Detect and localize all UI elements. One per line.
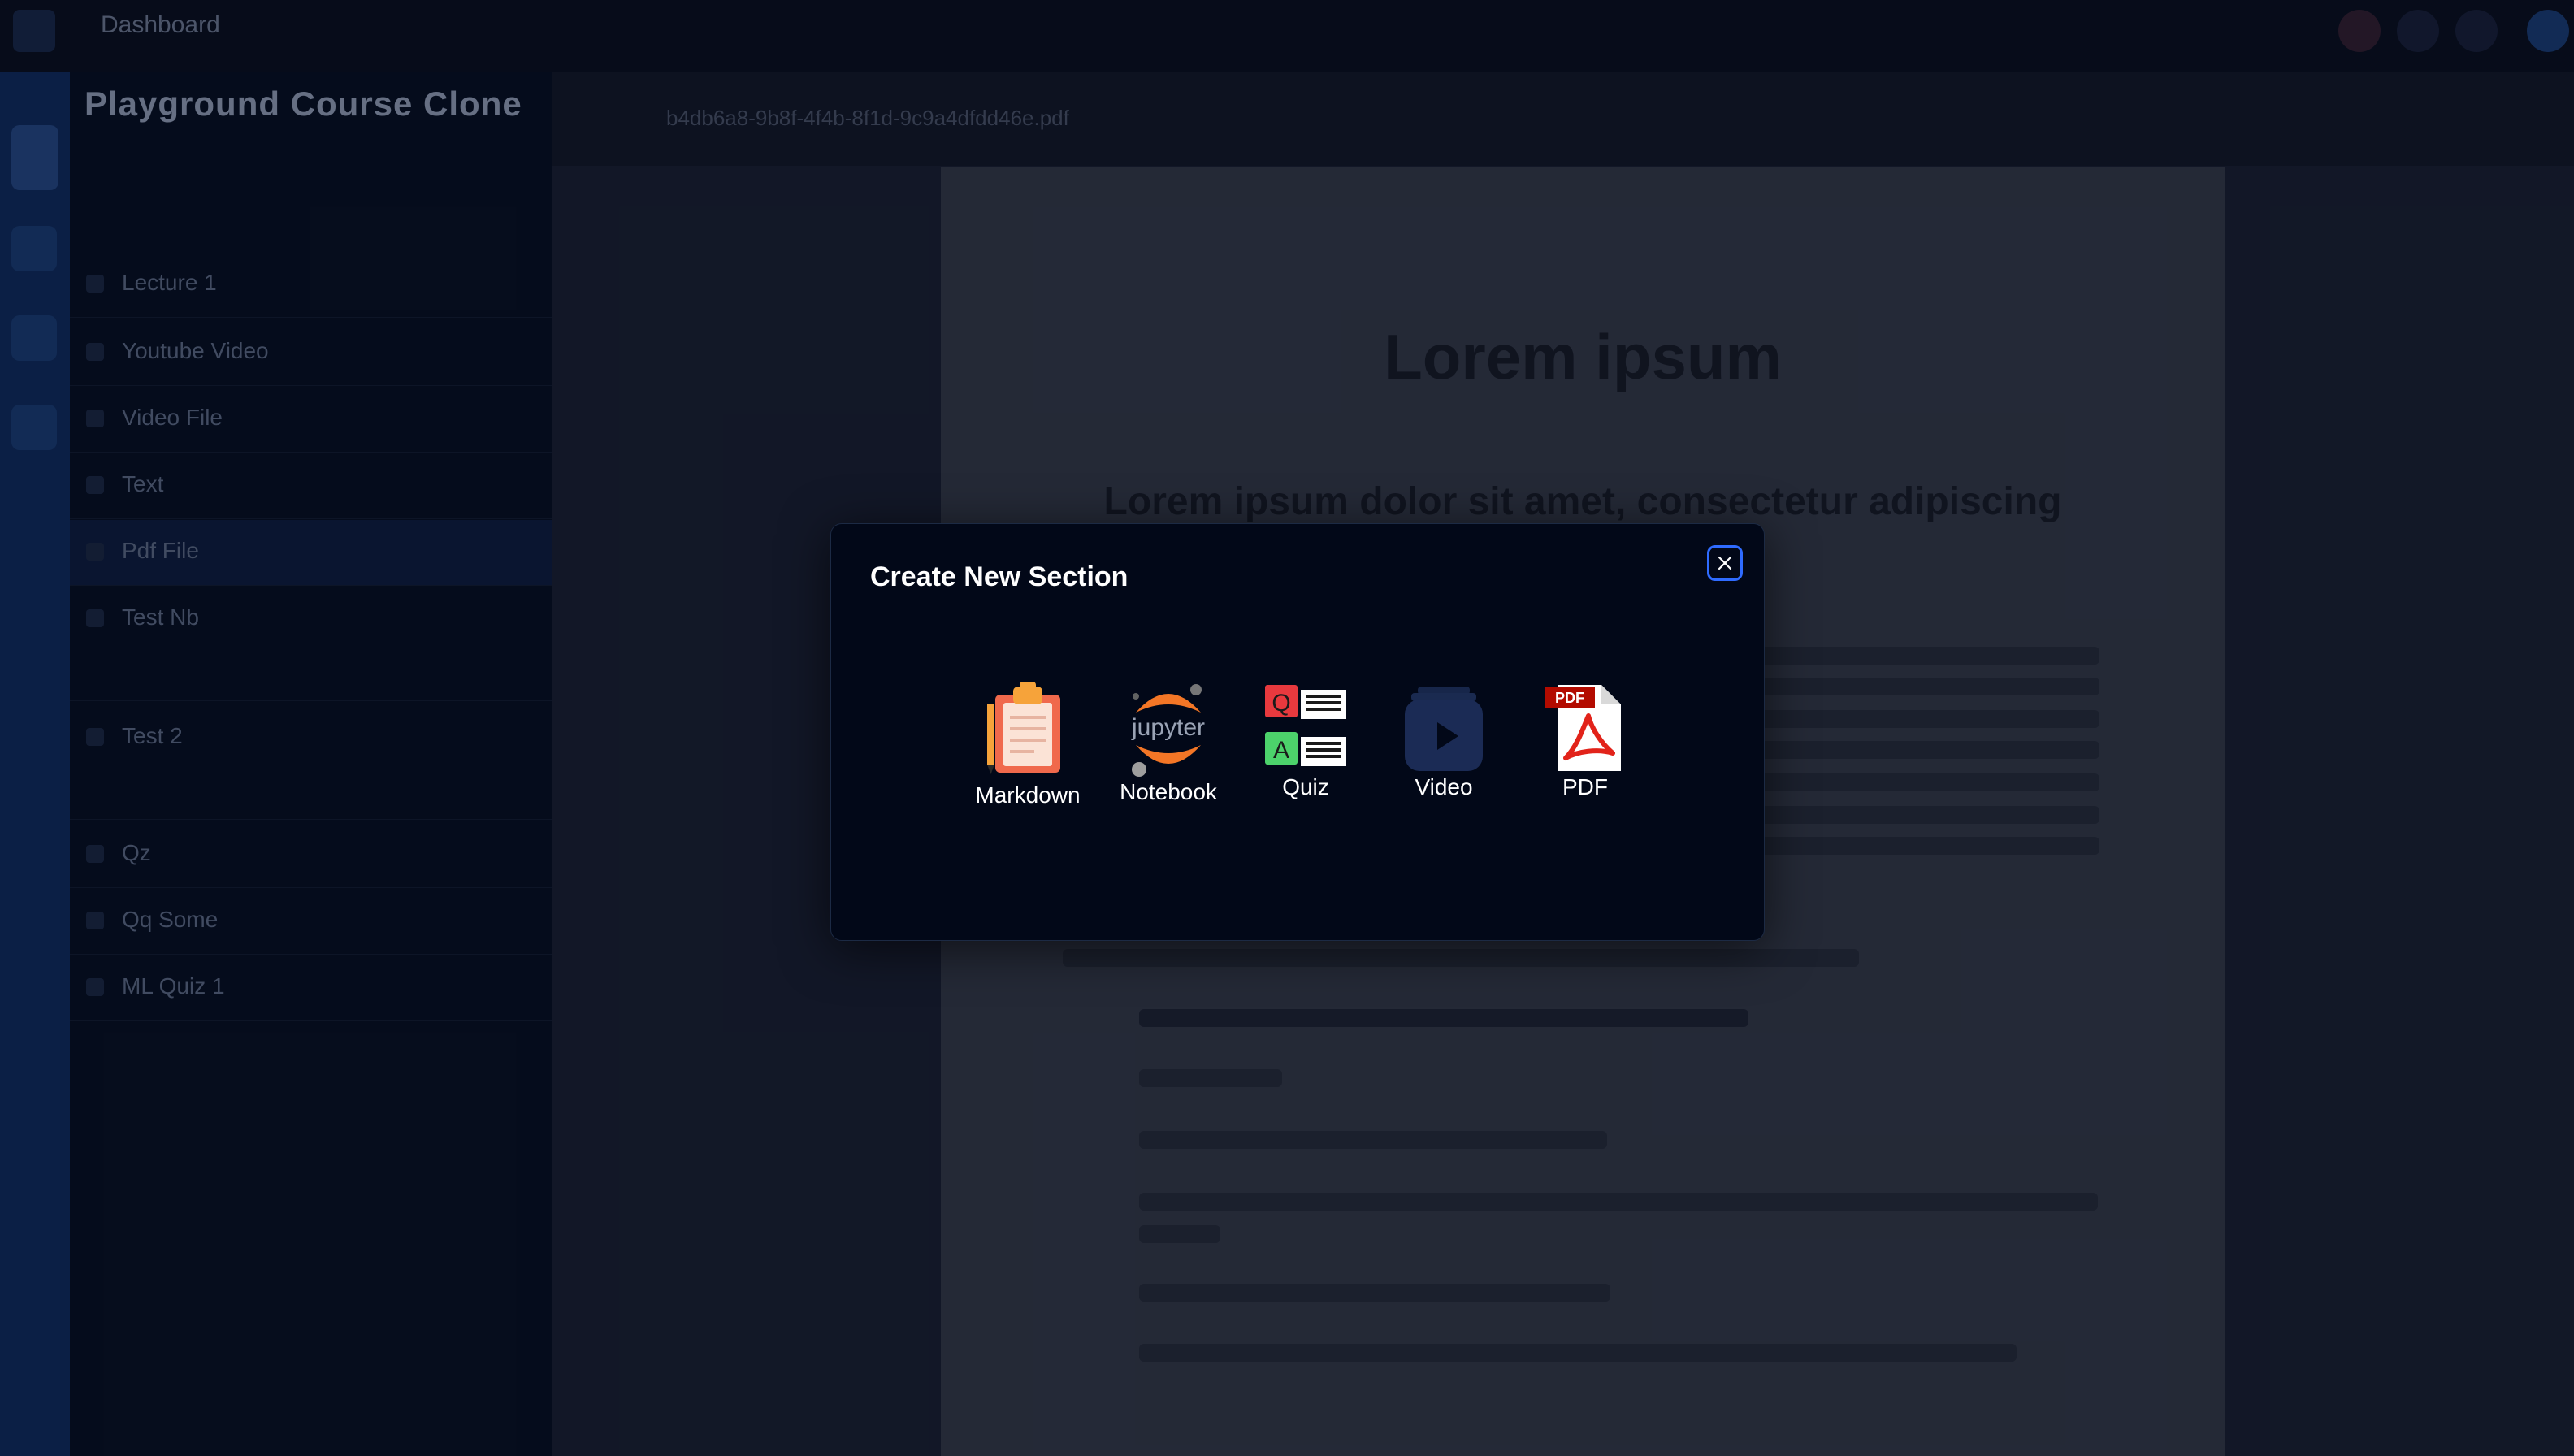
option-quiz[interactable]: Q A Quiz [1241, 678, 1371, 873]
option-label: Video [1415, 774, 1473, 800]
section-options: Markdown jupyter Notebook Q A Quiz Video… [831, 524, 1764, 940]
pdf-icon: PDF [1545, 685, 1621, 771]
option-markdown[interactable]: Markdown [963, 678, 1093, 873]
svg-text:A: A [1273, 737, 1289, 764]
option-label: Markdown [975, 782, 1081, 808]
jupyter-icon: jupyter [1131, 684, 1205, 777]
svg-text:PDF: PDF [1555, 690, 1584, 706]
option-label: Quiz [1282, 774, 1329, 800]
option-notebook[interactable]: jupyter Notebook [1103, 678, 1233, 873]
option-label: Notebook [1120, 779, 1217, 804]
video-icon [1405, 687, 1483, 771]
option-video[interactable]: Video [1379, 678, 1509, 873]
create-section-dialog: Create New Section Markdown jupyter Note… [830, 523, 1765, 941]
quiz-icon: Q A [1265, 685, 1346, 766]
option-pdf[interactable]: PDF PDF [1520, 678, 1650, 873]
svg-text:Q: Q [1272, 690, 1290, 717]
option-label: PDF [1562, 774, 1608, 800]
clipboard-icon [987, 682, 1060, 774]
svg-text:jupyter: jupyter [1131, 714, 1205, 741]
